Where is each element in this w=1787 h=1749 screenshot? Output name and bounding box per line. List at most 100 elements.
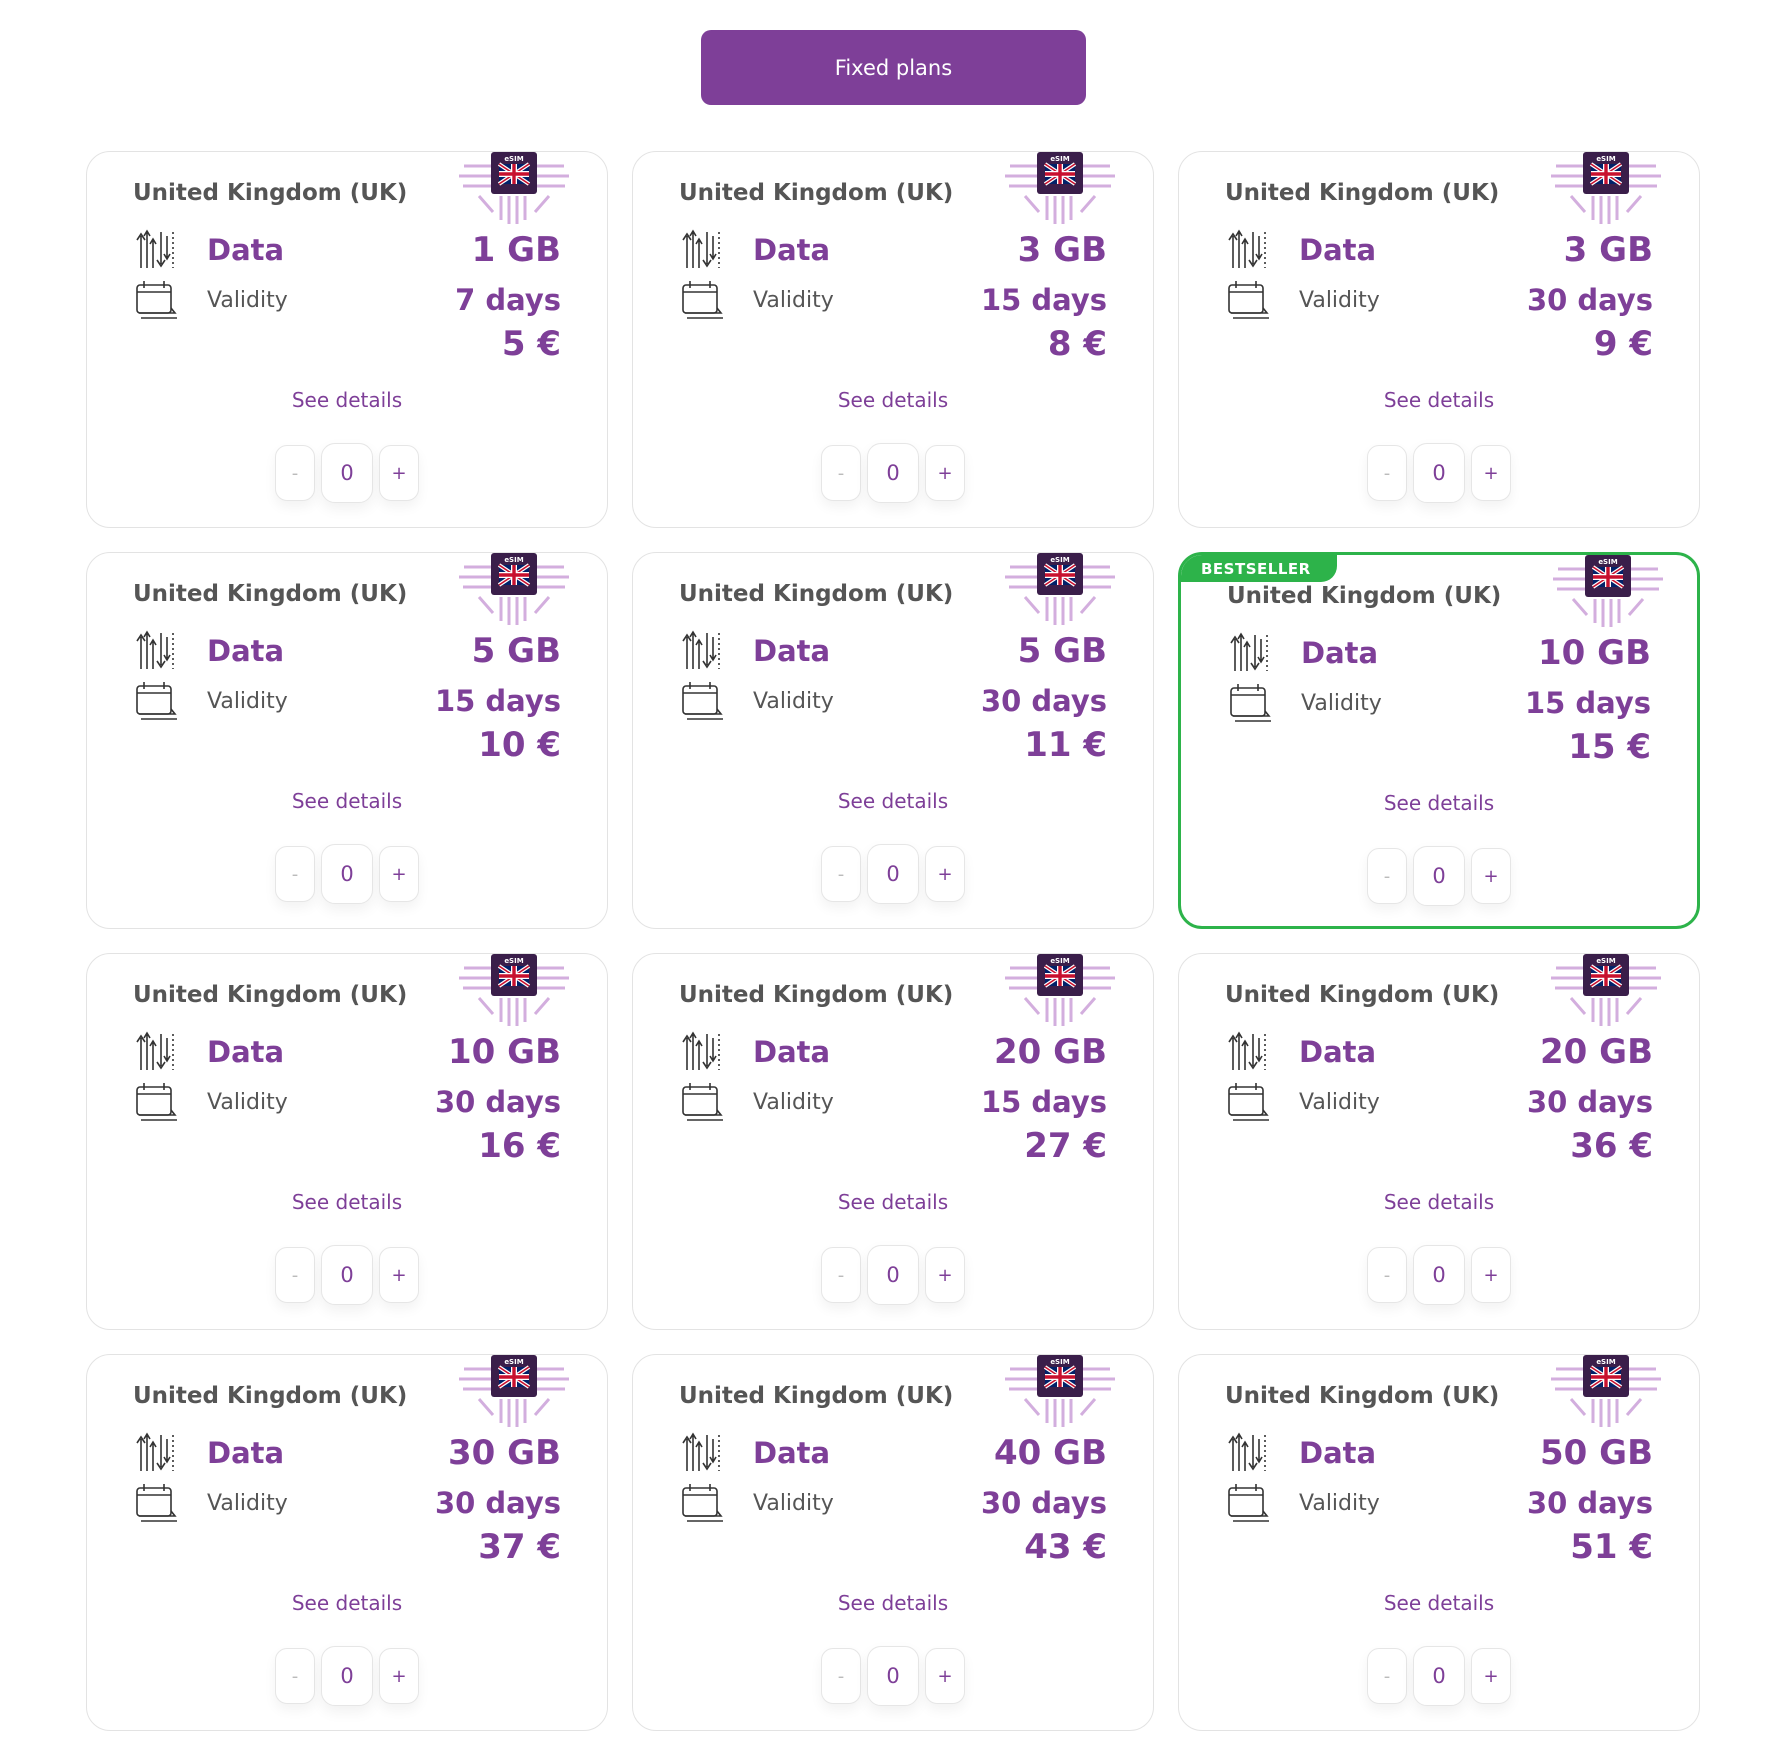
data-transfer-icon xyxy=(682,229,720,268)
validity-row: Validity 30 days xyxy=(1225,280,1653,320)
esim-chip-icon: eSIM xyxy=(1551,1355,1661,1427)
quantity-stepper: - 0 + xyxy=(821,844,965,904)
decrease-button[interactable]: - xyxy=(275,445,315,501)
data-label: Data xyxy=(753,634,831,668)
decrease-button[interactable]: - xyxy=(821,445,861,501)
increase-button[interactable]: + xyxy=(925,445,965,501)
see-details-link[interactable]: See details xyxy=(633,789,1153,813)
plan-card: eSIM United Kingdom (UK) Data 20 GB Vali… xyxy=(632,953,1154,1330)
see-details-link[interactable]: See details xyxy=(1179,388,1699,412)
see-details-link[interactable]: See details xyxy=(633,388,1153,412)
data-row: Data 3 GB xyxy=(679,227,1107,273)
see-details-link[interactable]: See details xyxy=(633,1591,1153,1615)
validity-days: 30 days xyxy=(1526,1486,1653,1520)
increase-button[interactable]: + xyxy=(925,1648,965,1704)
validity-days: 30 days xyxy=(1526,1085,1653,1119)
quantity-stepper: - 0 + xyxy=(821,1646,965,1706)
see-details-link[interactable]: See details xyxy=(1179,1591,1699,1615)
calendar-icon xyxy=(1228,1484,1269,1522)
decrease-button[interactable]: - xyxy=(1367,1648,1407,1704)
calendar-icon xyxy=(1228,1083,1269,1121)
quantity-field[interactable]: 0 xyxy=(1413,1646,1465,1706)
esim-chip-icon: eSIM xyxy=(1005,553,1115,625)
svg-text:eSIM: eSIM xyxy=(1050,1358,1069,1366)
see-details-link[interactable]: See details xyxy=(1181,791,1697,815)
quantity-field[interactable]: 0 xyxy=(321,443,373,503)
see-details-link[interactable]: See details xyxy=(87,1591,607,1615)
decrease-button[interactable]: - xyxy=(275,1247,315,1303)
plan-country: United Kingdom (UK) xyxy=(679,1383,954,1409)
data-label: Data xyxy=(753,1436,831,1470)
plan-country: United Kingdom (UK) xyxy=(1225,982,1500,1008)
svg-text:eSIM: eSIM xyxy=(504,155,523,163)
data-amount: 20 GB xyxy=(1540,1032,1653,1072)
quantity-field[interactable]: 0 xyxy=(867,1646,919,1706)
decrease-button[interactable]: - xyxy=(1367,848,1407,904)
data-label: Data xyxy=(753,1035,831,1069)
data-amount: 1 GB xyxy=(471,230,561,270)
increase-button[interactable]: + xyxy=(1471,848,1511,904)
plan-card: eSIM United Kingdom (UK) Data 20 GB Vali… xyxy=(1178,953,1700,1330)
plan-card: eSIM United Kingdom (UK) Data 10 GB Vali… xyxy=(1178,552,1700,929)
data-label: Data xyxy=(1299,233,1377,267)
increase-button[interactable]: + xyxy=(379,846,419,902)
increase-button[interactable]: + xyxy=(379,445,419,501)
decrease-button[interactable]: - xyxy=(275,1648,315,1704)
decrease-button[interactable]: - xyxy=(1367,1247,1407,1303)
see-details-link[interactable]: See details xyxy=(1179,1190,1699,1214)
see-details-link[interactable]: See details xyxy=(87,1190,607,1214)
svg-text:eSIM: eSIM xyxy=(504,556,523,564)
quantity-field[interactable]: 0 xyxy=(867,443,919,503)
esim-chip-icon: eSIM xyxy=(1005,152,1115,224)
validity-label: Validity xyxy=(1299,1490,1380,1516)
esim-chip-icon: eSIM xyxy=(1553,555,1663,627)
validity-row: Validity 15 days xyxy=(133,681,561,721)
quantity-field[interactable]: 0 xyxy=(1413,1245,1465,1305)
plan-card: eSIM United Kingdom (UK) Data 5 GB Valid… xyxy=(632,552,1154,929)
validity-days: 30 days xyxy=(1526,283,1653,317)
quantity-field[interactable]: 0 xyxy=(321,1646,373,1706)
quantity-stepper: - 0 + xyxy=(275,443,419,503)
validity-days: 15 days xyxy=(1524,686,1651,720)
quantity-field[interactable]: 0 xyxy=(321,844,373,904)
decrease-button[interactable]: - xyxy=(821,1648,861,1704)
data-row: Data 50 GB xyxy=(1225,1430,1653,1476)
decrease-button[interactable]: - xyxy=(821,846,861,902)
data-row: Data 20 GB xyxy=(1225,1029,1653,1075)
plan-grid: eSIM United Kingdom (UK) Data 1 GB Valid… xyxy=(86,151,1700,1731)
data-amount: 3 GB xyxy=(1017,230,1107,270)
increase-button[interactable]: + xyxy=(1471,445,1511,501)
quantity-field[interactable]: 0 xyxy=(867,844,919,904)
data-row: Data 3 GB xyxy=(1225,227,1653,273)
increase-button[interactable]: + xyxy=(379,1648,419,1704)
increase-button[interactable]: + xyxy=(925,846,965,902)
see-details-link[interactable]: See details xyxy=(633,1190,1153,1214)
validity-row: Validity 30 days xyxy=(1225,1483,1653,1523)
increase-button[interactable]: + xyxy=(1471,1648,1511,1704)
data-row: Data 20 GB xyxy=(679,1029,1107,1075)
quantity-field[interactable]: 0 xyxy=(1413,846,1465,906)
increase-button[interactable]: + xyxy=(925,1247,965,1303)
validity-days: 15 days xyxy=(980,283,1107,317)
increase-button[interactable]: + xyxy=(1471,1247,1511,1303)
data-amount: 30 GB xyxy=(448,1433,561,1473)
decrease-button[interactable]: - xyxy=(821,1247,861,1303)
validity-label: Validity xyxy=(1301,690,1382,716)
bestseller-badge: BESTSELLER xyxy=(1181,555,1337,582)
plan-card: eSIM United Kingdom (UK) Data 30 GB Vali… xyxy=(86,1354,608,1731)
increase-button[interactable]: + xyxy=(379,1247,419,1303)
see-details-link[interactable]: See details xyxy=(87,789,607,813)
svg-text:eSIM: eSIM xyxy=(1050,155,1069,163)
decrease-button[interactable]: - xyxy=(1367,445,1407,501)
see-details-link[interactable]: See details xyxy=(87,388,607,412)
decrease-button[interactable]: - xyxy=(275,846,315,902)
calendar-icon xyxy=(136,1484,177,1522)
quantity-field[interactable]: 0 xyxy=(867,1245,919,1305)
plan-card: eSIM United Kingdom (UK) Data 5 GB Valid… xyxy=(86,552,608,929)
tab-fixed-plans[interactable]: Fixed plans xyxy=(701,30,1086,105)
plan-price: 11 € xyxy=(1024,725,1107,765)
data-row: Data 30 GB xyxy=(133,1430,561,1476)
quantity-field[interactable]: 0 xyxy=(1413,443,1465,503)
data-label: Data xyxy=(207,1035,285,1069)
quantity-field[interactable]: 0 xyxy=(321,1245,373,1305)
